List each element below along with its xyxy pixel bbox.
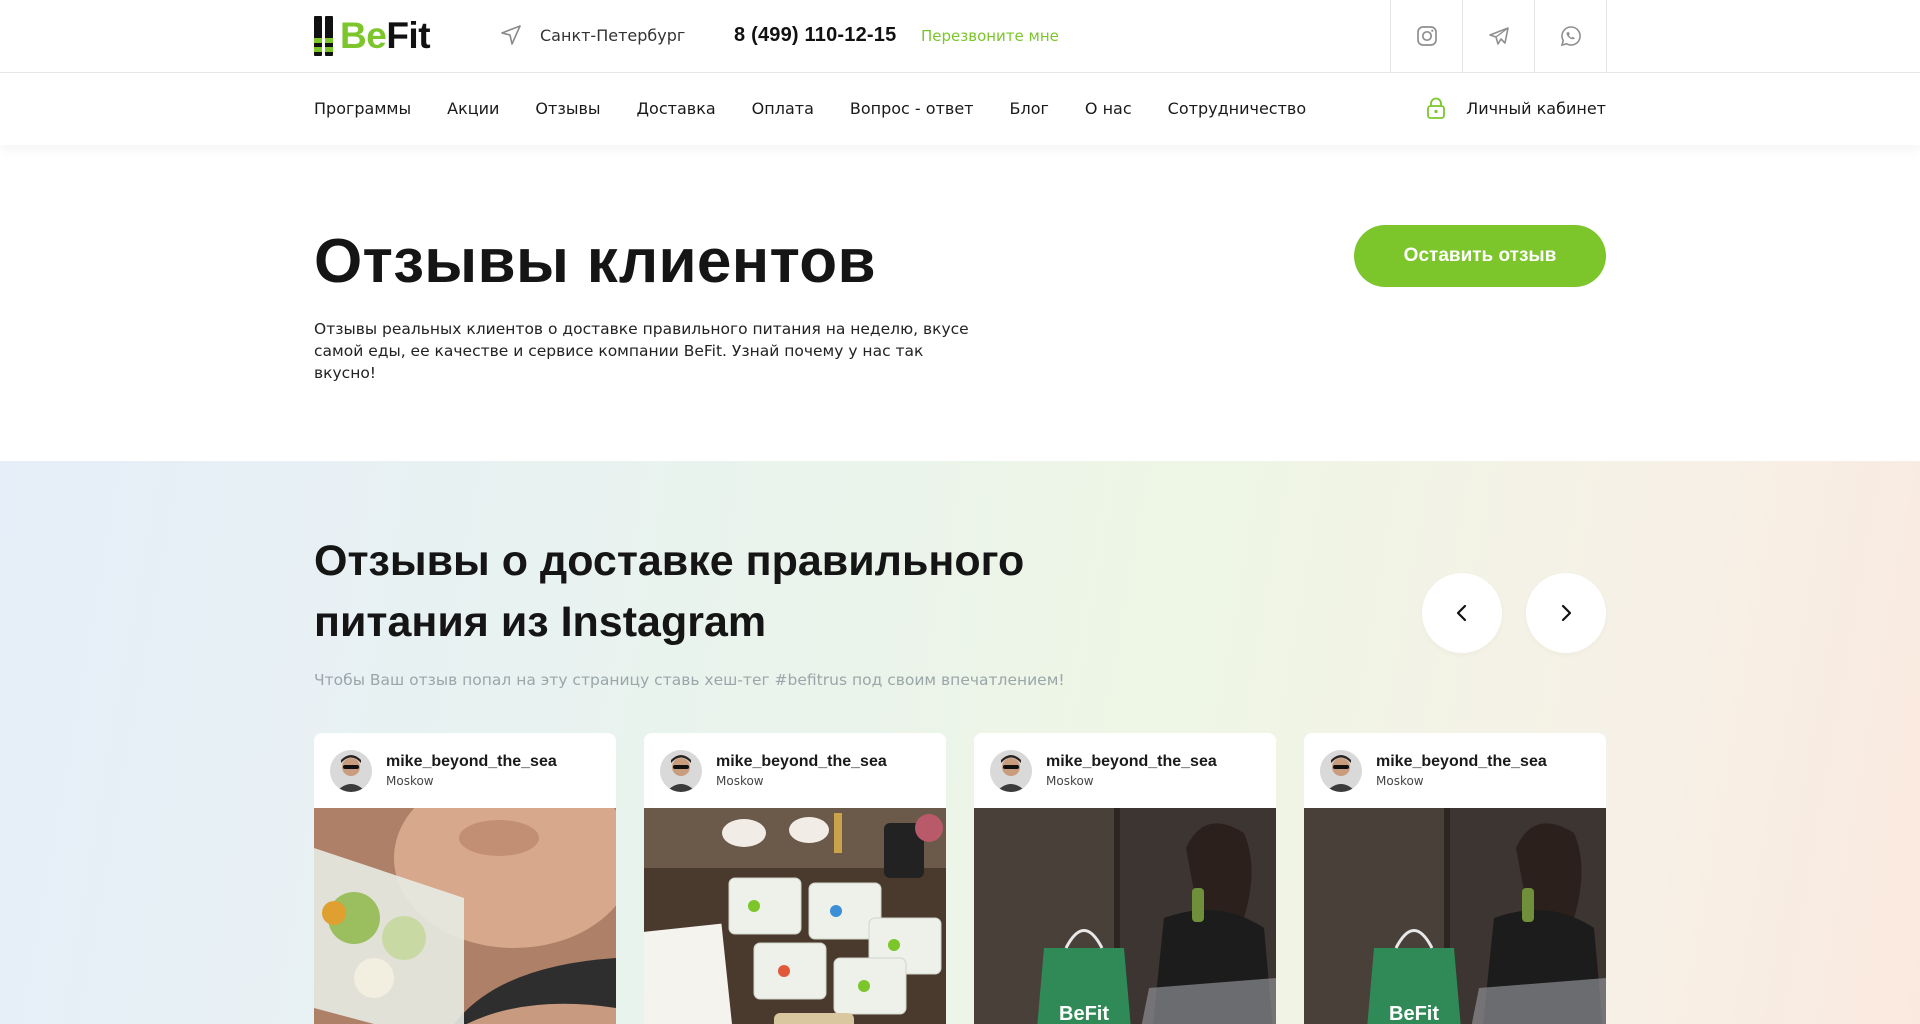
page-title: Отзывы клиентов xyxy=(314,227,876,296)
username: mike_beyond_the_sea xyxy=(716,753,887,770)
instagram-reviews-section: Отзывы о доставке правильного питания из… xyxy=(0,461,1920,1024)
phone-number[interactable]: 8 (499) 110-12-15 xyxy=(734,24,896,47)
review-photo: BeFit xyxy=(1304,808,1606,1024)
card-header: mike_beyond_the_sea Moskow xyxy=(974,733,1276,808)
chevron-right-icon xyxy=(1561,604,1572,622)
whatsapp-link[interactable] xyxy=(1534,0,1607,72)
user-location: Moskow xyxy=(386,774,434,788)
section-subtitle: Чтобы Ваш отзыв попал на эту страницу ст… xyxy=(314,671,1065,689)
nav-item-delivery[interactable]: Доставка xyxy=(637,99,716,118)
callback-link[interactable]: Перезвоните мне xyxy=(921,27,1059,45)
avatar xyxy=(990,749,1032,792)
befit-logo[interactable]: BeFit xyxy=(314,15,431,56)
card-header: mike_beyond_the_sea Moskow xyxy=(644,733,946,808)
card-header: mike_beyond_the_sea Moskow xyxy=(314,733,616,808)
telegram-link[interactable] xyxy=(1462,0,1534,72)
instagram-icon xyxy=(1416,26,1437,46)
nav-item-about[interactable]: О нас xyxy=(1085,99,1132,118)
main-nav: Программы Акции Отзывы Доставка Оплата В… xyxy=(0,73,1920,145)
nav-item-blog[interactable]: Блог xyxy=(1010,99,1049,118)
chevron-left-icon xyxy=(1456,604,1467,622)
social-links xyxy=(1390,0,1607,72)
page-description: Отзывы реальных клиентов о доставке прав… xyxy=(314,320,969,382)
nav-item-promotions[interactable]: Акции xyxy=(447,99,499,118)
bag-logo-text: BeFit xyxy=(1059,1003,1109,1024)
nav-item-faq[interactable]: Вопрос - ответ xyxy=(850,99,974,118)
username: mike_beyond_the_sea xyxy=(1046,753,1217,770)
avatar xyxy=(1320,749,1362,792)
nav-item-partnership[interactable]: Сотрудничество xyxy=(1168,99,1306,118)
nav-item-payment[interactable]: Оплата xyxy=(752,99,814,118)
review-photo xyxy=(314,808,616,1024)
card-header: mike_beyond_the_sea Moskow xyxy=(1304,733,1606,808)
city-selector[interactable]: Санкт-Петербург xyxy=(500,24,685,46)
bag-logo-text: BeFit xyxy=(1389,1003,1439,1024)
review-card[interactable]: mike_beyond_the_sea Moskow xyxy=(644,733,946,1024)
instagram-link[interactable] xyxy=(1390,0,1462,72)
fork-logo-icon xyxy=(314,16,336,56)
review-photo xyxy=(644,808,946,1024)
username: mike_beyond_the_sea xyxy=(1376,753,1547,770)
review-cards: mike_beyond_the_sea Moskow mike_beyond_t… xyxy=(314,733,1606,1024)
carousel-next-button[interactable] xyxy=(1526,573,1606,653)
nav-item-programs[interactable]: Программы xyxy=(314,99,411,118)
leave-review-button[interactable]: Оставить отзыв xyxy=(1354,225,1606,287)
section-title: Отзывы о доставке правильного питания из… xyxy=(314,537,1025,646)
review-card[interactable]: mike_beyond_the_sea Moskow xyxy=(314,733,616,1024)
user-location: Moskow xyxy=(1376,774,1424,788)
logo-text: BeFit xyxy=(340,15,431,56)
location-arrow-icon xyxy=(501,25,521,45)
account-link[interactable]: Личный кабинет xyxy=(1426,97,1606,119)
username: mike_beyond_the_sea xyxy=(386,753,557,770)
nav-menu: Программы Акции Отзывы Доставка Оплата В… xyxy=(314,99,1342,118)
carousel-prev-button[interactable] xyxy=(1422,573,1502,653)
review-card[interactable]: mike_beyond_the_sea Moskow xyxy=(974,733,1276,1024)
avatar xyxy=(330,749,372,792)
review-photo: BeFit xyxy=(974,808,1276,1024)
avatar xyxy=(660,749,702,792)
top-bar: BeFit Санкт-Петербург 8 (499) 110-12-15 … xyxy=(0,0,1920,73)
telegram-icon xyxy=(1488,27,1509,45)
lock-icon xyxy=(1427,97,1446,119)
whatsapp-icon xyxy=(1560,26,1581,47)
user-location: Moskow xyxy=(1046,774,1094,788)
nav-item-reviews[interactable]: Отзывы xyxy=(535,99,600,118)
city-label: Санкт-Петербург xyxy=(540,25,686,45)
page: BeFit Санкт-Петербург 8 (499) 110-12-15 … xyxy=(0,0,1920,1024)
user-location: Moskow xyxy=(716,774,764,788)
account-label: Личный кабинет xyxy=(1466,98,1606,118)
review-card[interactable]: mike_beyond_the_sea Moskow xyxy=(1304,733,1606,1024)
